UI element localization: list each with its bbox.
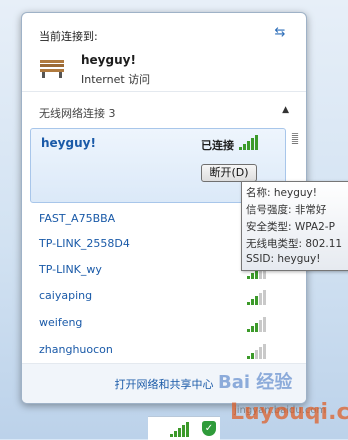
tooltip-line: 信号强度: 非常好 <box>246 204 327 216</box>
network-item[interactable]: caiyaping <box>39 286 279 310</box>
tooltip-line: 安全类型: WPA2-P <box>246 221 335 233</box>
signal-bar <box>263 290 266 305</box>
connection-status: 已连接 <box>201 139 234 152</box>
network-name: caiyaping <box>39 289 93 302</box>
signal-bar <box>255 270 258 279</box>
signal-bar <box>263 317 266 332</box>
network-item[interactable]: weifeng <box>39 313 279 337</box>
network-item[interactable]: zhanghuocon <box>39 340 279 364</box>
network-name: weifeng <box>39 316 83 329</box>
signal-bar <box>251 273 254 279</box>
taskbar-tray: ✓ <box>148 416 220 440</box>
signal-bar <box>251 138 254 150</box>
tooltip-line: SSID: heyguy! <box>246 253 321 265</box>
scrollbar-grip[interactable]: ═ ═ ═ <box>292 131 302 149</box>
tooltip-line: 无线电类型: 802.11 <box>246 238 343 250</box>
bench-network-icon <box>40 60 64 78</box>
tooltip-line: 名称: heyguy! <box>246 187 317 199</box>
network-tooltip: 名称: heyguy! 信号强度: 非常好 安全类型: WPA2-P 无线电类型… <box>241 181 348 271</box>
network-name: zhanghuocon <box>39 343 113 356</box>
signal-bar <box>255 296 258 305</box>
refresh-icon[interactable]: ⇆ <box>272 25 288 41</box>
signal-bar <box>251 299 254 305</box>
signal-bar <box>186 422 189 437</box>
wireless-group-header[interactable]: 无线网络连接 3 ▲ <box>22 99 306 125</box>
signal-bar <box>247 141 250 150</box>
signal-bar <box>255 323 258 332</box>
signal-bar <box>251 326 254 332</box>
signal-bar <box>251 353 254 359</box>
signal-bar <box>243 144 246 150</box>
network-name: TP-LINK_2558D4 <box>39 237 130 250</box>
signal-bar <box>247 276 250 279</box>
signal-bar <box>170 434 173 437</box>
signal-bar <box>182 425 185 437</box>
signal-strength-icon[interactable] <box>170 422 189 437</box>
current-network-name: heyguy! <box>81 53 136 67</box>
current-connection-header: 当前连接到: ⇆ heyguy! Internet 访问 <box>22 13 306 92</box>
selected-network-name: heyguy! <box>41 136 96 150</box>
signal-bar <box>259 293 262 305</box>
signal-bar <box>247 302 250 305</box>
current-connection-title: 当前连接到: <box>39 30 98 43</box>
signal-bar <box>263 344 266 359</box>
signal-bar <box>178 428 181 437</box>
signal-bar <box>239 147 242 150</box>
signal-bar <box>259 320 262 332</box>
signal-strength-icon <box>247 317 266 332</box>
shield-icon[interactable]: ✓ <box>202 421 216 436</box>
wireless-group-label: 无线网络连接 3 <box>39 107 116 120</box>
network-name: TP-LINK_wy <box>39 263 102 276</box>
signal-bar <box>255 350 258 359</box>
disconnect-button[interactable]: 断开(D) <box>201 164 257 182</box>
signal-bar <box>259 347 262 359</box>
signal-bar <box>255 135 258 150</box>
signal-bar <box>247 356 250 359</box>
current-network-access: Internet 访问 <box>81 73 151 86</box>
signal-bar <box>174 431 177 437</box>
signal-strength-icon <box>247 290 266 305</box>
signal-strength-icon <box>239 135 258 150</box>
chevron-up-icon: ▲ <box>282 105 289 115</box>
network-name: FAST_A75BBA <box>39 212 116 225</box>
watermark-site: Luyouqi.cn <box>230 400 348 425</box>
signal-bar <box>247 329 250 332</box>
watermark-baidu: Bai 经验 <box>218 372 293 393</box>
signal-strength-icon <box>247 344 266 359</box>
